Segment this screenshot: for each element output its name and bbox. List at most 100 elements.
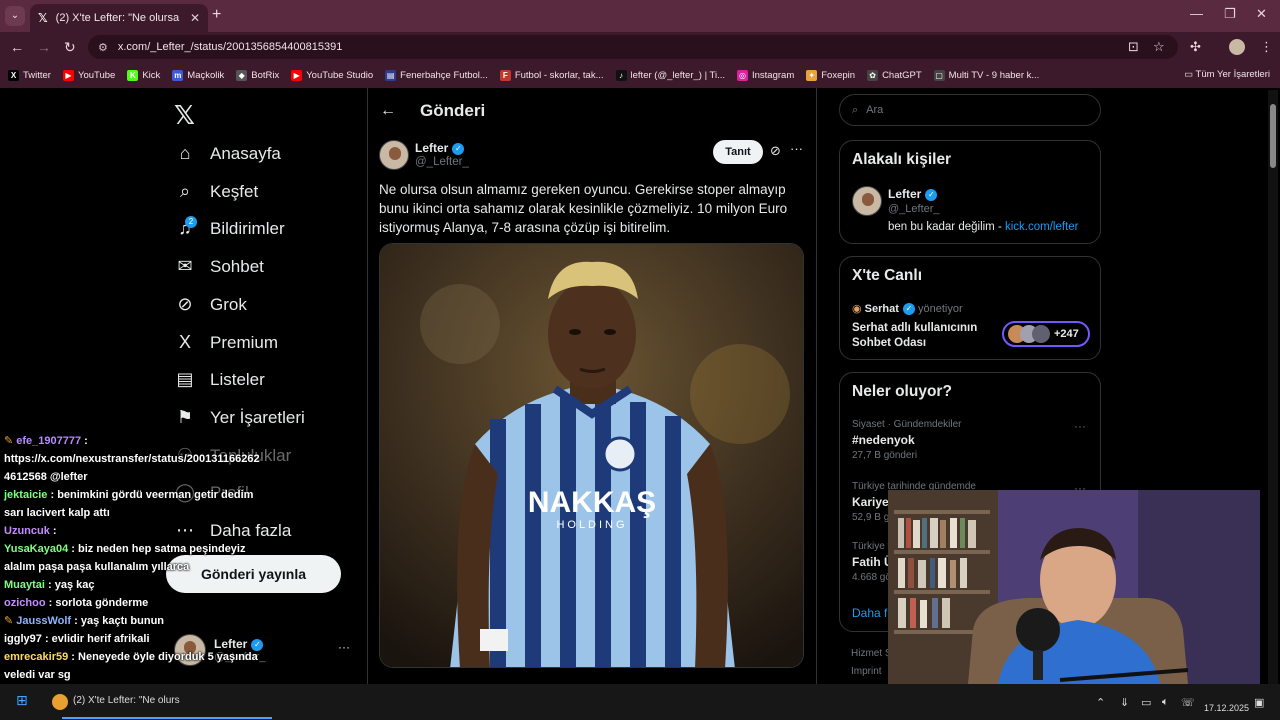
- bookmark-item[interactable]: X Twitter: [8, 69, 51, 81]
- minimize-icon[interactable]: —: [1190, 6, 1203, 21]
- grok-icon[interactable]: ⊘: [770, 143, 781, 159]
- trend-name[interactable]: #nedenyok: [852, 433, 915, 447]
- author-name[interactable]: Lefter: [415, 141, 448, 155]
- maximize-icon[interactable]: ❐: [1224, 6, 1236, 22]
- browser-tab-active[interactable]: 𝕏 (2) X'te Lefter: "Ne olursa olsun ✕: [30, 4, 208, 32]
- footer-imprint[interactable]: Imprint: [851, 666, 882, 677]
- chat-message: : biz neden hep satma peşindeyiz: [68, 543, 246, 555]
- trend-category: Siyaset · Gündemdekiler: [852, 419, 962, 430]
- x-logo-icon[interactable]: 𝕏: [174, 100, 195, 131]
- author-handle[interactable]: @_Lefter_: [415, 156, 469, 168]
- post-more-icon[interactable]: ···: [790, 141, 803, 156]
- chat-line: Muaytai : yaş kaç: [4, 576, 95, 594]
- post-image[interactable]: NAKKAŞ HOLDING: [379, 243, 804, 668]
- bookmark-item[interactable]: ▶ YouTube Studio: [291, 69, 373, 81]
- sidebar-item-1[interactable]: ⌂ Anasayfa: [174, 143, 281, 164]
- related-name[interactable]: Lefter: [888, 187, 921, 201]
- install-app-icon[interactable]: ⊡: [1128, 39, 1139, 55]
- jersey-sponsor-text: NAKKAŞ: [528, 486, 656, 519]
- network-icon[interactable]: ▭: [1141, 696, 1151, 709]
- related-avatar[interactable]: [852, 186, 882, 216]
- chat-line: alalım paşa paşa kullanalım yıllarca: [4, 558, 189, 576]
- chat-username: JaussWolf: [16, 615, 72, 627]
- profile-avatar-icon[interactable]: [1229, 39, 1245, 55]
- account-more-icon[interactable]: ···: [338, 640, 350, 654]
- trend-name[interactable]: Fatih Ü: [852, 555, 893, 569]
- search-placeholder: Ara: [866, 104, 884, 116]
- chat-message: 4612568 @lefter: [4, 471, 88, 483]
- bookmark-item[interactable]: ✦ Foxepin: [806, 69, 855, 81]
- site-info-icon[interactable]: ⚙: [98, 41, 108, 54]
- scrollbar[interactable]: [1268, 90, 1278, 684]
- bookmark-star-icon[interactable]: ☆: [1153, 39, 1165, 55]
- bookmark-label: Kick: [142, 69, 161, 81]
- chat-message: veledi var sg: [4, 669, 71, 681]
- sidebar-item-6[interactable]: X Premium: [174, 332, 278, 353]
- back-arrow-icon[interactable]: ←: [380, 102, 396, 120]
- active-window-indicator: [62, 717, 272, 719]
- post-button[interactable]: Gönderi yayınla: [166, 555, 341, 593]
- notification-icon[interactable]: ☏: [1181, 696, 1195, 709]
- chat-username: efe_1907777: [16, 435, 82, 447]
- sidebar-item-8[interactable]: ⚑ Yer İşaretleri: [174, 407, 305, 428]
- tab-search-button[interactable]: ⌄: [5, 6, 25, 26]
- chat-line: YusaKaya04 : biz neden hep satma peşinde…: [4, 540, 245, 558]
- forward-arrow-icon[interactable]: →: [37, 39, 51, 55]
- sidebar-item-11[interactable]: ⋯ Daha fazla: [174, 520, 291, 541]
- chat-badge-icon: ✎: [4, 435, 17, 447]
- search-input[interactable]: ⌕ Ara: [839, 94, 1101, 126]
- post-author: Lefter ✓ @_Lefter_ Tanıt ⊘ ···: [379, 138, 805, 172]
- bookmark-item[interactable]: ▢ Multi TV - 9 haber k...: [933, 69, 1039, 81]
- back-arrow-icon[interactable]: ←: [10, 39, 24, 55]
- bookmark-item[interactable]: ▶ YouTube: [62, 69, 115, 81]
- bookmark-label: Fenerbahçe Futbol...: [400, 69, 488, 81]
- chat-badge-icon: ✎: [4, 615, 17, 627]
- bookmark-item[interactable]: ◎ Instagram: [737, 69, 795, 81]
- chat-line: ✎ JaussWolf : yaş kaçtı bunun: [4, 612, 164, 630]
- reload-icon[interactable]: ↻: [64, 39, 76, 56]
- related-bio-link[interactable]: kick.com/lefter: [1005, 221, 1079, 233]
- bookmark-item[interactable]: ▤ Fenerbahçe Futbol...: [385, 69, 488, 81]
- bookmark-label: Futbol - skorlar, tak...: [514, 69, 604, 81]
- chat-message: : yaş kaç: [44, 579, 95, 591]
- bookmark-item[interactable]: ♪ lefter (@_lefter_) | Ti...: [615, 69, 725, 81]
- chrome-menu-icon[interactable]: ⋮: [1260, 39, 1273, 55]
- tray-app-icon[interactable]: ⇓: [1120, 696, 1129, 709]
- trend-count: 4.668 gö: [852, 572, 891, 583]
- address-bar[interactable]: ⚙ x.com/_Lefter_/status/2001356854400815…: [88, 35, 1178, 59]
- search-icon: ⌕: [852, 103, 859, 116]
- bookmark-item[interactable]: m Maçkolik: [172, 69, 224, 81]
- sidebar-item-2[interactable]: ⌕ Keşfet: [174, 181, 258, 202]
- chat-line: jektaicie : benimkini gördü veerman geti…: [4, 486, 253, 504]
- trend-more-icon[interactable]: ···: [1074, 419, 1086, 433]
- bookmark-item[interactable]: K Kick: [127, 69, 161, 81]
- promote-button[interactable]: Tanıt: [713, 140, 763, 164]
- live-listeners[interactable]: +247: [1002, 321, 1090, 347]
- bookmark-item[interactable]: F Futbol - skorlar, tak...: [499, 69, 604, 81]
- all-bookmarks[interactable]: ▭ Tüm Yer İşaretleri: [1184, 69, 1270, 80]
- scrollbar-thumb[interactable]: [1270, 104, 1276, 168]
- taskbar-window-label[interactable]: (2) X'te Lefter: "Ne olurs: [73, 695, 180, 706]
- bookmark-item[interactable]: ◆ BotRix: [236, 69, 279, 81]
- sidebar-item-4[interactable]: ✉ Sohbet: [174, 256, 263, 277]
- start-icon[interactable]: ⊞: [16, 692, 28, 709]
- action-center-icon[interactable]: ▣: [1254, 696, 1264, 709]
- author-avatar[interactable]: [379, 140, 409, 170]
- live-room-name[interactable]: Serhat adlı kullanıcının Sohbet Odası: [852, 321, 992, 351]
- tray-chevron-icon[interactable]: ⌃: [1096, 696, 1105, 709]
- sidebar-item-icon: ⌕: [179, 181, 191, 201]
- host-name[interactable]: Serhat: [865, 303, 899, 315]
- chat-message: : benimkini gördü veerman getir dedim: [47, 489, 254, 501]
- sidebar-item-5[interactable]: ⊘ Grok: [174, 294, 246, 315]
- chrome-taskbar-icon[interactable]: [52, 694, 68, 710]
- extensions-icon[interactable]: ✣: [1190, 39, 1201, 55]
- bookmark-item[interactable]: ✿ ChatGPT: [867, 69, 922, 81]
- related-handle[interactable]: @_Lefter_: [888, 203, 940, 215]
- bookmark-label: Instagram: [752, 69, 795, 81]
- tab-close-icon[interactable]: ✕: [190, 11, 200, 25]
- sidebar-item-label: Bildirimler: [210, 218, 285, 238]
- volume-icon[interactable]: 🔈︎: [1162, 696, 1169, 709]
- sidebar-item-7[interactable]: ▤ Listeler: [174, 369, 264, 390]
- new-tab-button[interactable]: +: [212, 6, 221, 24]
- window-close-icon[interactable]: ✕: [1256, 6, 1267, 22]
